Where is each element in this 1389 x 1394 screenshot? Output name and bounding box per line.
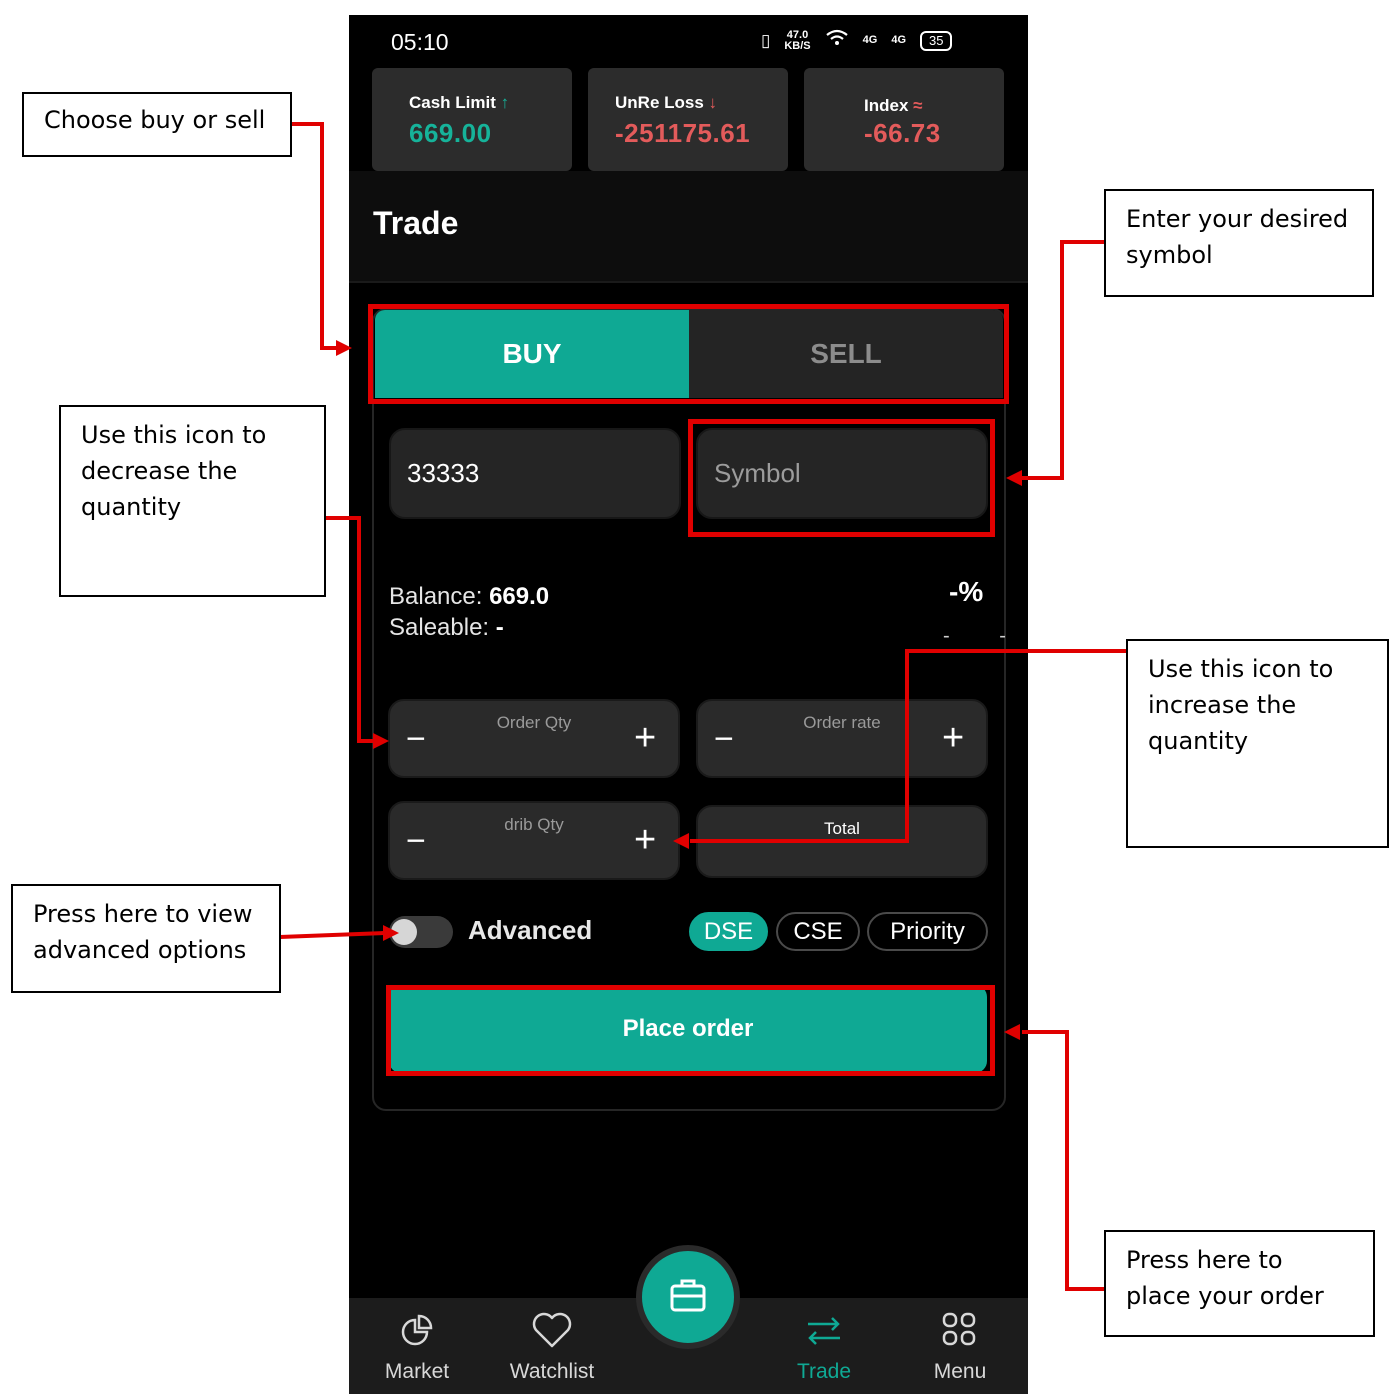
annotation-symbol: Enter your desired symbol (1104, 189, 1374, 297)
annotation-place-order: Press here to place your order (1104, 1230, 1375, 1337)
annotation-advanced: Press here to view advanced options (11, 884, 281, 993)
annotation-decrease: Use this icon to decrease the quantity (59, 405, 326, 597)
annotation-buy-sell: Choose buy or sell (22, 92, 292, 157)
annotation-increase: Use this icon to increase the quantity (1126, 639, 1389, 848)
